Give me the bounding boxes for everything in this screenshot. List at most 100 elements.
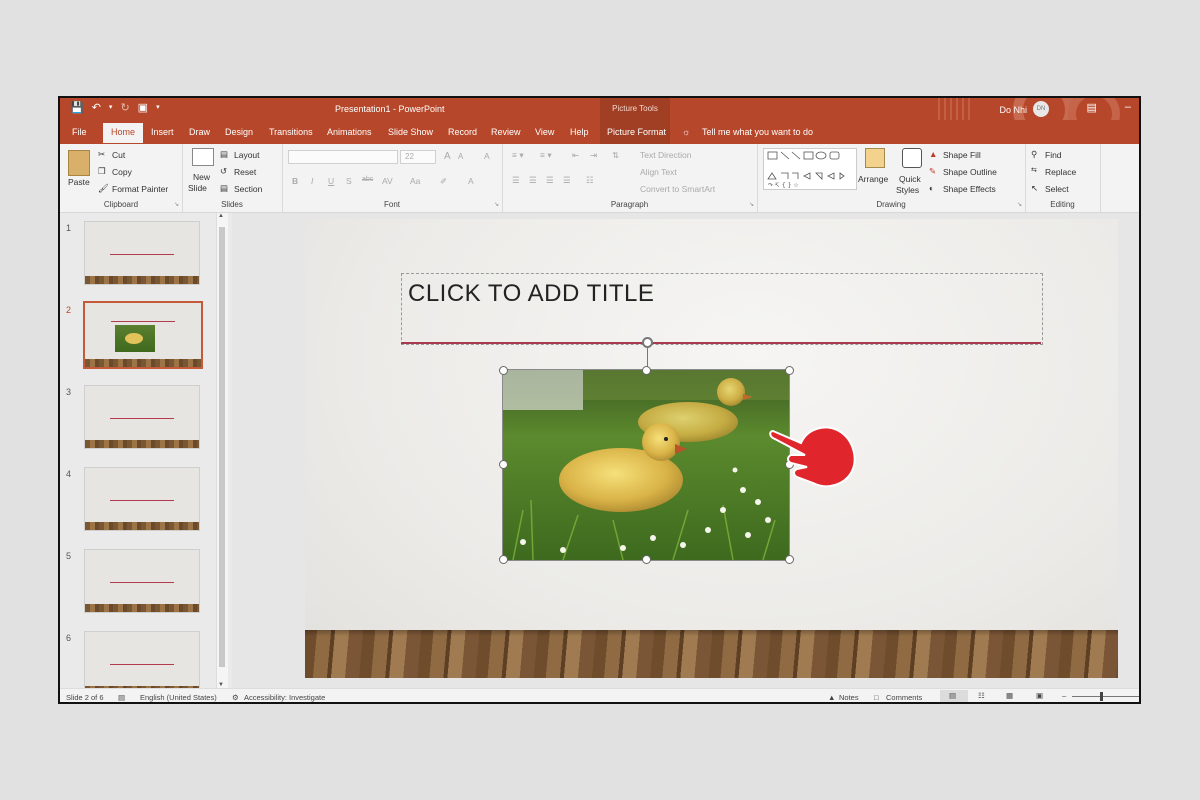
tab-view[interactable]: View xyxy=(535,127,554,137)
shape-fill-button[interactable]: Shape Fill xyxy=(943,150,981,160)
tab-animations[interactable]: Animations xyxy=(327,127,372,137)
bold-button[interactable]: B xyxy=(292,176,298,186)
shape-effects-icon[interactable]: ◐ xyxy=(929,183,934,193)
spellcheck-icon[interactable]: ▤ xyxy=(118,693,125,702)
tab-home[interactable]: Home xyxy=(103,123,144,143)
increase-indent-icon[interactable]: ⇥ xyxy=(590,150,597,161)
font-size-select[interactable]: 22 xyxy=(400,150,436,164)
font-launcher-icon[interactable]: ↘ xyxy=(494,201,499,208)
section-icon[interactable]: ▤ xyxy=(220,183,228,194)
strikethrough-button[interactable]: abc xyxy=(362,176,373,183)
justify-icon[interactable]: ☰ xyxy=(563,175,571,186)
clipboard-launcher-icon[interactable]: ↘ xyxy=(174,201,179,208)
copy-icon[interactable]: ❐ xyxy=(98,166,106,177)
bullets-icon[interactable]: ≡ ▾ xyxy=(512,150,524,161)
minimize-icon[interactable]: – xyxy=(1125,101,1131,114)
quick-styles-button[interactable]: Quick xyxy=(899,174,921,184)
decrease-indent-icon[interactable]: ⇤ xyxy=(572,150,579,161)
undo-dropdown-icon[interactable]: ▾ xyxy=(109,102,113,114)
customize-qat-icon[interactable]: ▾ xyxy=(156,102,160,114)
resize-handle-n[interactable] xyxy=(642,366,651,375)
shape-outline-button[interactable]: Shape Outline xyxy=(943,167,997,177)
find-button[interactable]: Find xyxy=(1045,150,1062,160)
clear-format-button[interactable]: A xyxy=(484,151,490,161)
convert-smartart-button[interactable]: Convert to SmartArt xyxy=(640,184,715,194)
tab-design[interactable]: Design xyxy=(225,127,253,137)
resize-handle-ne[interactable] xyxy=(785,366,794,375)
new-slide-button[interactable]: New xyxy=(193,172,210,182)
undo-icon[interactable]: ↶ xyxy=(92,102,101,114)
tab-picture-format[interactable]: Picture Format xyxy=(607,127,666,137)
resize-handle-sw[interactable] xyxy=(499,555,508,564)
align-center-icon[interactable]: ☰ xyxy=(529,175,537,186)
selected-picture[interactable] xyxy=(502,369,790,561)
shape-effects-button[interactable]: Shape Effects xyxy=(943,184,996,194)
font-color-button[interactable]: A xyxy=(468,176,474,186)
grow-font-button[interactable]: A xyxy=(444,151,451,162)
select-button[interactable]: Select xyxy=(1045,184,1069,194)
zoom-slider[interactable] xyxy=(1072,696,1139,697)
shapes-gallery[interactable]: ↷ ↸ { } ☆ xyxy=(763,148,857,190)
change-case-button[interactable]: Aa xyxy=(410,176,420,186)
reading-view-icon[interactable]: ▦ xyxy=(1006,691,1013,700)
notes-button[interactable]: Notes xyxy=(839,693,859,702)
paste-icon[interactable] xyxy=(68,150,90,176)
tab-insert[interactable]: Insert xyxy=(151,127,174,137)
align-right-icon[interactable]: ☰ xyxy=(546,175,554,186)
redo-icon[interactable]: ↻ xyxy=(120,102,129,114)
find-icon[interactable]: ⚲ xyxy=(1031,149,1037,160)
section-button[interactable]: Section xyxy=(234,184,262,194)
columns-icon[interactable]: ☷ xyxy=(586,175,594,186)
copy-button[interactable]: Copy xyxy=(112,167,132,177)
align-left-icon[interactable]: ☰ xyxy=(512,175,520,186)
cut-button[interactable]: Cut xyxy=(112,150,125,160)
select-icon[interactable]: ↖ xyxy=(1031,183,1038,194)
comments-button[interactable]: Comments xyxy=(886,693,922,702)
present-icon[interactable]: ▣ xyxy=(138,102,148,114)
slide-thumbnail[interactable] xyxy=(84,467,200,531)
underline-button[interactable]: U xyxy=(328,176,334,186)
tab-review[interactable]: Review xyxy=(491,127,521,137)
tab-draw[interactable]: Draw xyxy=(189,127,210,137)
drawing-launcher-icon[interactable]: ↘ xyxy=(1017,201,1022,208)
comments-icon[interactable]: □ xyxy=(874,693,879,702)
replace-icon[interactable]: ⇆ xyxy=(1031,166,1037,174)
shape-fill-icon[interactable]: ▲ xyxy=(929,149,937,159)
tab-transitions[interactable]: Transitions xyxy=(269,127,313,137)
arrange-icon[interactable] xyxy=(865,148,885,168)
layout-icon[interactable]: ▤ xyxy=(220,149,228,160)
tab-file[interactable]: File xyxy=(72,127,87,137)
new-slide-button-line2[interactable]: Slide xyxy=(188,183,207,193)
notes-icon[interactable]: ▲ xyxy=(828,693,835,702)
font-name-select[interactable] xyxy=(288,150,398,164)
slide-thumbnail[interactable] xyxy=(83,301,203,369)
thumbnail-scrollbar[interactable]: ▲ ▼ xyxy=(216,213,228,688)
tab-help[interactable]: Help xyxy=(570,127,589,137)
new-slide-icon[interactable] xyxy=(192,148,214,166)
zoom-slider-thumb[interactable] xyxy=(1100,692,1103,701)
slideshow-view-icon[interactable]: ▣ xyxy=(1036,691,1043,700)
format-painter-icon[interactable]: 🖌 xyxy=(98,183,109,194)
quick-styles-icon[interactable] xyxy=(902,148,922,168)
highlight-icon[interactable]: ✐ xyxy=(440,176,447,187)
language-status[interactable]: English (United States) xyxy=(140,693,217,702)
rotate-handle-icon[interactable] xyxy=(642,337,653,348)
resize-handle-s[interactable] xyxy=(642,555,651,564)
reset-button[interactable]: Reset xyxy=(234,167,256,177)
paragraph-launcher-icon[interactable]: ↘ xyxy=(749,201,754,208)
slide-thumbnail[interactable] xyxy=(84,549,200,613)
shrink-font-button[interactable]: A xyxy=(458,152,463,161)
ribbon-display-icon[interactable]: ▤ xyxy=(1086,101,1096,114)
resize-handle-se[interactable] xyxy=(785,555,794,564)
slide-thumbnail[interactable] xyxy=(84,385,200,449)
quick-styles-button-line2[interactable]: Styles xyxy=(896,185,919,195)
tab-record[interactable]: Record xyxy=(448,127,477,137)
italic-button[interactable]: I xyxy=(311,176,313,186)
paste-button[interactable]: Paste xyxy=(68,177,90,187)
text-direction-button[interactable]: Text Direction xyxy=(640,150,692,160)
reset-icon[interactable]: ↺ xyxy=(220,166,227,177)
scrollbar-thumb[interactable] xyxy=(219,227,225,667)
slide-sorter-icon[interactable]: ☷ xyxy=(978,691,985,700)
cut-icon[interactable]: ✂ xyxy=(98,149,105,160)
zoom-out-icon[interactable]: – xyxy=(1062,691,1066,700)
